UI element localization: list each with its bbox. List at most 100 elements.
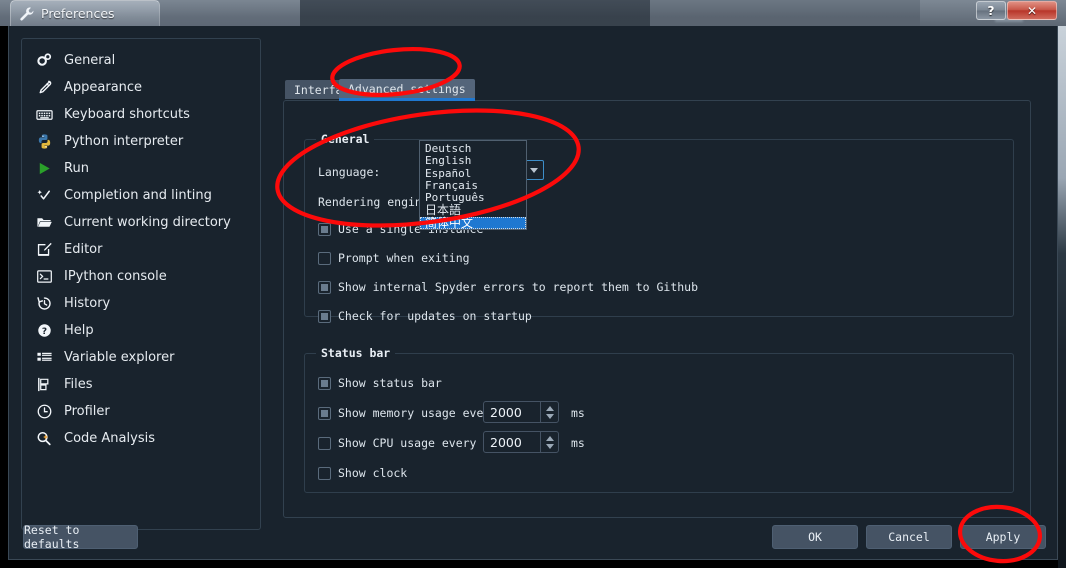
sidebar-item-label: Run: [64, 161, 89, 176]
sidebar-item-label: Keyboard shortcuts: [64, 107, 190, 122]
checkbox-show-status-bar[interactable]: Show status bar: [318, 376, 442, 390]
checkbox-label: Check for updates on startup: [338, 309, 532, 323]
titlebar-blur-region-3: [650, 0, 920, 26]
checkbox-box[interactable]: [318, 222, 331, 236]
preferences-sidebar[interactable]: General Appearance Keyboard shortcuts Py…: [21, 38, 261, 530]
sidebar-item-label: Current working directory: [64, 215, 231, 230]
advanced-settings-pane: General Language: 简体中文 Rendering engine:…: [283, 100, 1031, 518]
stepper-down-icon[interactable]: [545, 413, 554, 419]
stepper-buttons[interactable]: [540, 432, 558, 452]
sidebar-item-label: Appearance: [64, 80, 143, 95]
memory-usage-interval-input[interactable]: [484, 403, 540, 421]
checkbox-box[interactable]: [318, 280, 331, 294]
sidebar-item-label: Variable explorer: [64, 350, 175, 365]
sidebar-item-appearance[interactable]: Appearance: [22, 74, 260, 101]
sidebar-item-editor[interactable]: Editor: [22, 236, 260, 263]
checkbox-label: Show memory usage every: [338, 406, 498, 420]
reset-to-defaults-button[interactable]: Reset to defaults: [23, 523, 138, 551]
sidebar-item-label: Editor: [64, 242, 103, 257]
tab-advanced-settings[interactable]: Advanced settings: [339, 79, 475, 101]
cancel-label: Cancel: [888, 530, 930, 544]
checkbox-prompt-when-exiting[interactable]: Prompt when exiting: [318, 251, 470, 265]
sidebar-item-keyboard-shortcuts[interactable]: Keyboard shortcuts: [22, 101, 260, 128]
checkbox-label: Show status bar: [338, 376, 442, 390]
sidebar-item-completion-and-linting[interactable]: Completion and linting: [22, 182, 260, 209]
checkbox-label: Prompt when exiting: [338, 251, 470, 265]
stepper-up-icon[interactable]: [545, 435, 554, 441]
checkbox-box[interactable]: [318, 376, 331, 390]
background-window-edge: [1058, 26, 1066, 568]
tab-bar: Interface Advanced settings: [285, 78, 1025, 101]
console-icon: [36, 268, 53, 285]
checkbox-check-for-updates[interactable]: Check for updates on startup: [318, 309, 532, 323]
dialog-body: General Appearance Keyboard shortcuts Py…: [9, 26, 1057, 559]
status-bar-group-title: Status bar: [316, 346, 396, 360]
wrench-icon: [19, 6, 35, 22]
stepper-up-icon[interactable]: [545, 405, 554, 411]
help-button[interactable]: ?: [976, 1, 1006, 20]
language-dropdown-list[interactable]: Deutsch English Español Français Portugu…: [419, 140, 527, 230]
window-title-tab: Preferences: [10, 0, 160, 26]
list-icon: [36, 349, 53, 366]
folder-open-icon: [36, 214, 53, 231]
stepper-buttons[interactable]: [540, 402, 558, 422]
close-button[interactable]: ✕: [1007, 1, 1057, 20]
checkbox-show-internal-errors[interactable]: Show internal Spyder errors to report th…: [318, 280, 698, 294]
language-label: Language:: [318, 165, 381, 179]
gears-icon: [36, 52, 53, 69]
checkbox-box[interactable]: [318, 406, 331, 420]
sidebar-item-current-working-directory[interactable]: Current working directory: [22, 209, 260, 236]
checkbox-show-clock[interactable]: Show clock: [318, 466, 407, 480]
clock-icon: [36, 403, 53, 420]
sidebar-item-code-analysis[interactable]: Code Analysis: [22, 425, 260, 452]
sidebar-item-general[interactable]: General: [22, 47, 260, 74]
sidebar-item-label: History: [64, 296, 111, 311]
help-button-label: ?: [987, 3, 995, 18]
sidebar-item-help[interactable]: ? Help: [22, 317, 260, 344]
window-titlebar: Preferences ? ✕: [0, 0, 1066, 26]
checkbox-box[interactable]: [318, 466, 331, 480]
sidebar-item-profiler[interactable]: Profiler: [22, 398, 260, 425]
checkbox-box[interactable]: [318, 436, 331, 450]
pencil-square-icon: [36, 241, 53, 258]
cancel-button[interactable]: Cancel: [866, 525, 952, 549]
dropdown-option-english[interactable]: English: [420, 154, 526, 167]
sidebar-item-label: Files: [64, 377, 93, 392]
eyedropper-icon: [36, 79, 53, 96]
dropdown-option-simplified-chinese[interactable]: 简体中文: [420, 216, 526, 229]
apply-button[interactable]: Apply: [960, 525, 1046, 549]
sidebar-item-run[interactable]: Run: [22, 155, 260, 182]
memory-usage-interval-stepper[interactable]: [483, 401, 559, 423]
checkbox-box[interactable]: [318, 309, 331, 323]
stepper-down-icon[interactable]: [545, 443, 554, 449]
sidebar-item-label: General: [64, 53, 116, 68]
code-analysis-icon: [36, 430, 53, 447]
question-circle-icon: ?: [36, 322, 53, 339]
checkbox-label: Show internal Spyder errors to report th…: [338, 280, 699, 294]
ok-label: OK: [808, 530, 822, 544]
general-group-title: General: [316, 132, 375, 146]
screen: Preferences ? ✕ General Appearance Keybo…: [0, 0, 1066, 568]
play-icon: [36, 160, 53, 177]
sidebar-item-python-interpreter[interactable]: Python interpreter: [22, 128, 260, 155]
apply-label: Apply: [985, 530, 1021, 544]
checkbox-box[interactable]: [318, 251, 331, 265]
dropdown-option-japanese[interactable]: 日本語: [420, 204, 526, 217]
checkbox-show-cpu-usage[interactable]: Show CPU usage every: [318, 436, 476, 450]
sidebar-item-history[interactable]: History: [22, 290, 260, 317]
titlebar-background-ghost-text: [168, 5, 173, 19]
window-title: Preferences: [41, 6, 115, 21]
sidebar-item-variable-explorer[interactable]: Variable explorer: [22, 344, 260, 371]
status-bar-group: Status bar Show status bar Show memory u…: [304, 346, 1014, 493]
sidebar-item-label: IPython console: [64, 269, 167, 284]
titlebar-blur-region-2: [300, 0, 650, 26]
checkbox-show-memory-usage[interactable]: Show memory usage every: [318, 406, 497, 420]
close-icon: ✕: [1026, 3, 1038, 18]
cpu-usage-interval-stepper[interactable]: [483, 431, 559, 453]
sidebar-item-label: Code Analysis: [64, 431, 155, 446]
keyboard-icon: [36, 106, 53, 123]
sidebar-item-files[interactable]: Files: [22, 371, 260, 398]
sidebar-item-ipython-console[interactable]: IPython console: [22, 263, 260, 290]
cpu-usage-interval-input[interactable]: [484, 433, 540, 451]
ok-button[interactable]: OK: [772, 525, 858, 549]
